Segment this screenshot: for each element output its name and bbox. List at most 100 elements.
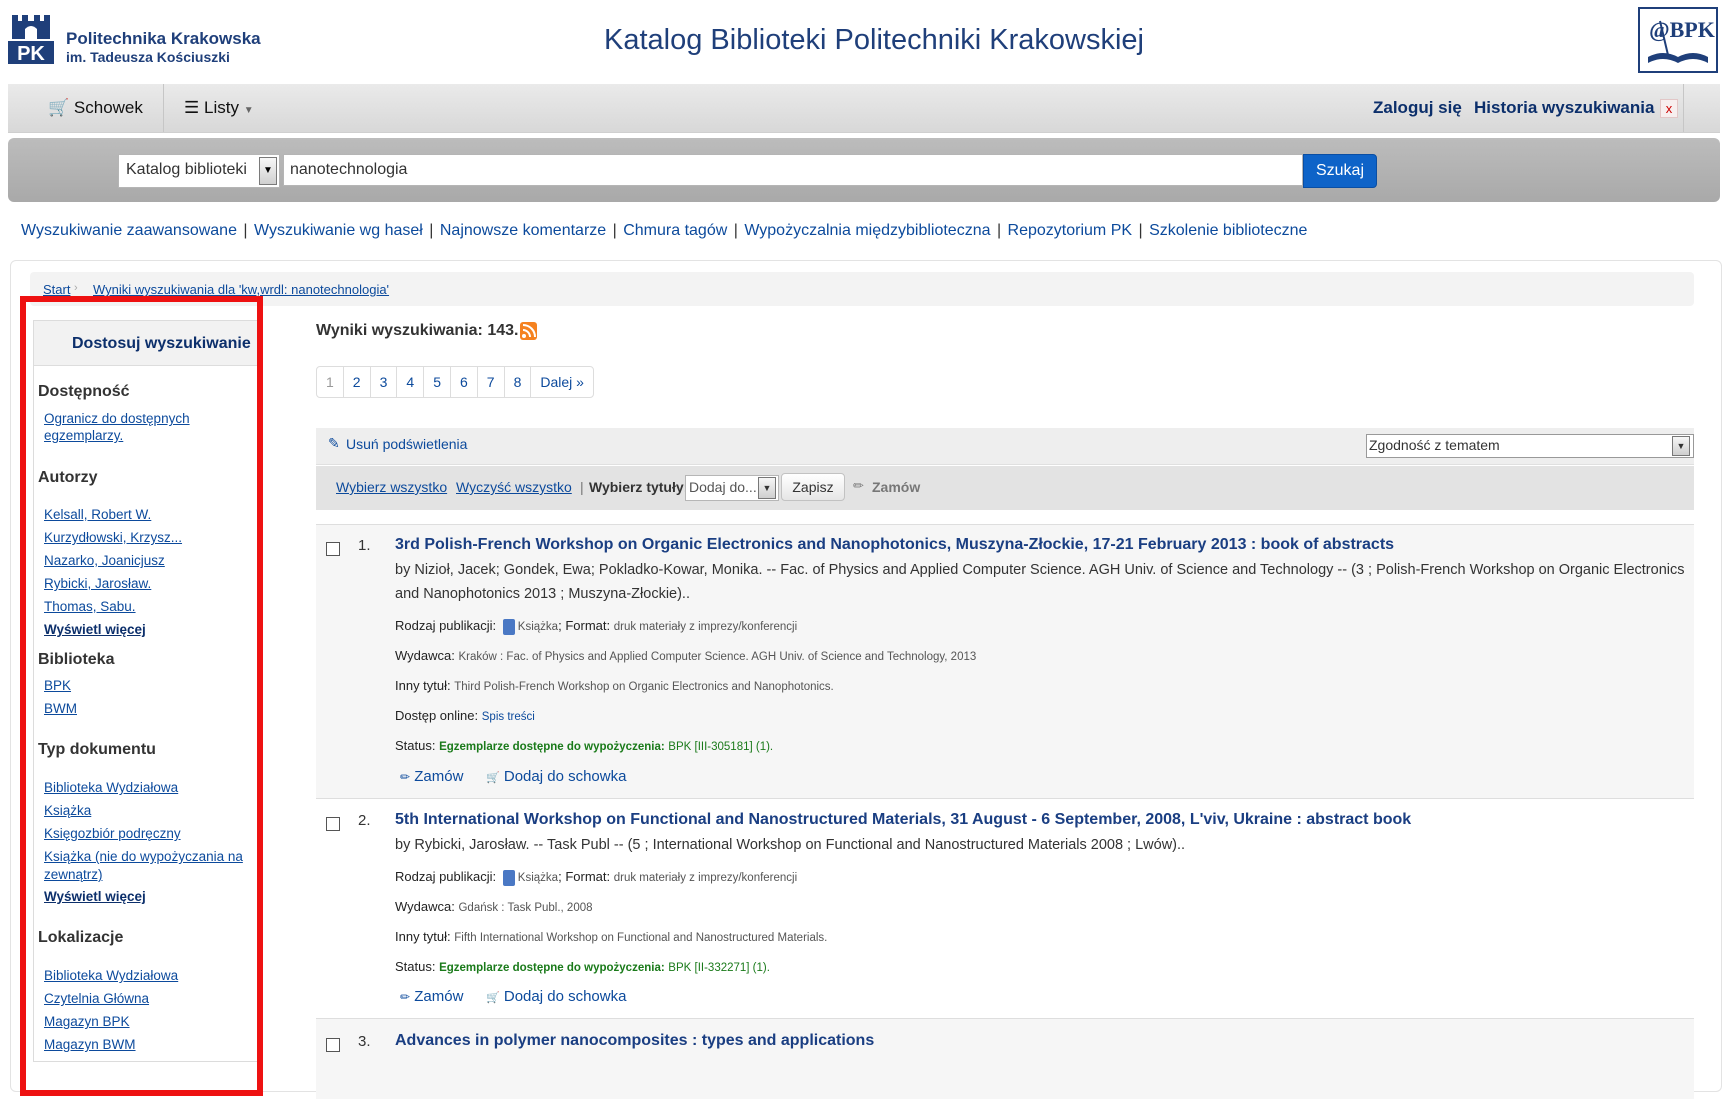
status-location: BPK [II-332271] (1). [668, 962, 770, 974]
page-1: 1 [317, 367, 344, 397]
toolbar-divider: | [580, 479, 584, 495]
type-value: Książka [517, 872, 559, 884]
lists-dropdown[interactable]: ☰ Listy ▼ [184, 98, 254, 118]
result-item [316, 1018, 1694, 1099]
results-count: Wyniki wyszukiwania: 143. [316, 322, 519, 339]
cart-label: Schowek [73, 98, 143, 117]
publisher-label: Wydawca: [395, 899, 455, 914]
result-publisher-line: Wydawca: Gdańsk : Task Publ., 2008 [395, 899, 593, 914]
bpk-logo-text: @BPK [1649, 17, 1715, 42]
logo-university-patron[interactable]: im. Tadeusza Kościuszki [66, 49, 230, 65]
tag-cloud-link[interactable]: Chmura tagów [623, 222, 727, 239]
status-label: Status: [395, 738, 436, 753]
format-value: druk materiały z imprezy/konferencji [613, 621, 798, 633]
page-3[interactable]: 3 [371, 367, 398, 397]
result-status-line: Status: Egzemplarze dostępne do wypożycz… [395, 738, 773, 753]
login-link[interactable]: Zaloguj się [1373, 98, 1462, 118]
cart-icon: 🛒 [486, 772, 500, 784]
result-number: 2. [358, 812, 371, 829]
choose-titles-label: Wybierz tytuły: [589, 479, 689, 495]
dropdown-arrow-icon[interactable]: ▼ [758, 477, 776, 499]
navbar-divider [1683, 84, 1684, 132]
cart-link[interactable]: 🛒 Schowek [48, 98, 143, 118]
repository-link[interactable]: Repozytorium PK [1008, 222, 1133, 239]
order-label: Zamów [414, 768, 464, 785]
result-number: 1. [358, 537, 371, 554]
search-button[interactable]: Szukaj [1303, 154, 1377, 188]
add-to-cart-button[interactable]: 🛒 Dodaj do schowka [486, 768, 626, 785]
advanced-search-link[interactable]: Wyszukiwanie zaawansowane [21, 222, 237, 239]
pagination: 1 2 3 4 5 6 7 8 Dalej » [316, 366, 594, 398]
result-publisher-line: Wydawca: Kraków : Fac. of Physics and Ap… [395, 648, 976, 663]
result-author-line: by Rybicki, Jarosław. -- Task Publ -- (5… [395, 837, 1186, 853]
recent-comments-link[interactable]: Najnowsze komentarze [440, 222, 606, 239]
list-icon: ☰ [184, 98, 200, 117]
breadcrumb-start-link[interactable]: Start [43, 282, 70, 297]
add-to-cart-label: Dodaj do schowka [503, 988, 627, 1005]
page-4[interactable]: 4 [397, 367, 425, 397]
subject-search-link[interactable]: Wyszukiwanie wg haseł [254, 222, 423, 239]
search-history-link[interactable]: Historia wyszukiwania [1474, 98, 1654, 118]
select-all-link[interactable]: Wybierz wszystko [336, 479, 447, 495]
order-icon: ✏ [400, 770, 411, 784]
breadcrumb-separator: › [74, 282, 78, 294]
publisher-value: Kraków : Fac. of Physics and Applied Com… [458, 651, 977, 663]
order-selected-button[interactable]: Zamów [872, 479, 920, 495]
dropdown-arrow-icon[interactable]: ▼ [1672, 436, 1690, 456]
remove-highlights-link[interactable]: Usuń podświetlenia [346, 436, 467, 452]
interlibrary-loan-link[interactable]: Wypożyczalnia międzybiblioteczna [744, 222, 990, 239]
type-label: Rodzaj publikacji: [395, 869, 497, 884]
lists-label: Listy [203, 98, 239, 117]
save-button[interactable]: Zapisz [781, 473, 845, 501]
bpk-library-logo-icon[interactable]: @BPK [1638, 7, 1718, 73]
highlight-annotation-box [20, 296, 263, 1096]
page-8[interactable]: 8 [505, 367, 532, 397]
top-navbar: 🛒 Schowek ☰ Listy ▼ Zaloguj się Historia… [8, 84, 1720, 133]
search-bar: Katalog biblioteki ▼ Szukaj [8, 138, 1720, 202]
result-author-line: by Nizioł, Jacek; Gondek, Ewa; Pokladko-… [395, 562, 1685, 602]
page-6[interactable]: 6 [451, 367, 478, 397]
status-label: Status: [395, 959, 436, 974]
page-7[interactable]: 7 [478, 367, 505, 397]
result-checkbox[interactable] [326, 542, 340, 556]
status-available: Egzemplarze dostępne do wypożyczenia: [439, 741, 665, 753]
clear-history-button[interactable]: x [1660, 99, 1678, 118]
result-title-link[interactable]: Advances in polymer nanocomposites : typ… [395, 1032, 874, 1050]
add-to-cart-button[interactable]: 🛒 Dodaj do schowka [486, 988, 626, 1005]
dropdown-arrow-icon[interactable]: ▼ [259, 157, 277, 185]
type-label: Rodzaj publikacji: [395, 618, 497, 633]
navbar-divider [163, 84, 164, 132]
result-checkbox[interactable] [326, 1038, 340, 1052]
next-page-link[interactable]: Dalej » [531, 367, 593, 397]
result-title-link[interactable]: 3rd Polish-French Workshop on Organic El… [395, 536, 1394, 554]
table-of-contents-link[interactable]: Spis treści [482, 711, 535, 723]
book-icon [502, 869, 515, 886]
breadcrumb-current-link[interactable]: Wyniki wyszukiwania dla 'kw,wrdl: nanote… [93, 282, 389, 297]
order-button[interactable]: ✏ Zamów [400, 988, 463, 1005]
result-title-link[interactable]: 5th International Workshop on Functional… [395, 811, 1411, 829]
university-logo-icon[interactable]: PK [8, 11, 54, 64]
result-checkbox[interactable] [326, 817, 340, 831]
page-2[interactable]: 2 [344, 367, 371, 397]
page-5[interactable]: 5 [424, 367, 451, 397]
publisher-value: Gdańsk : Task Publ., 2008 [458, 902, 593, 914]
status-available: Egzemplarze dostępne do wypożyczenia: [439, 962, 665, 974]
order-button[interactable]: ✏ Zamów [400, 768, 463, 785]
catalog-scope-value: Katalog biblioteki [126, 161, 247, 178]
page-title: Katalog Biblioteki Politechniki Krakowsk… [604, 24, 1144, 56]
order-icon: ✏ [400, 990, 411, 1004]
other-title-label: Inny tytuł: [395, 929, 451, 944]
search-input[interactable] [283, 154, 1303, 186]
logo-university-name[interactable]: Politechnika Krakowska [66, 29, 261, 49]
cart-icon: 🛒 [48, 98, 70, 117]
library-training-link[interactable]: Szkolenie biblioteczne [1149, 222, 1307, 239]
clear-all-link[interactable]: Wyczyść wszystko [456, 479, 572, 495]
result-status-line: Status: Egzemplarze dostępne do wypożycz… [395, 959, 770, 974]
rss-feed-icon[interactable] [520, 322, 537, 340]
type-value: Książka [517, 621, 559, 633]
result-type-line: Rodzaj publikacji: Książka; Format: druk… [395, 869, 798, 886]
rss-glyph [522, 324, 536, 338]
result-type-line: Rodzaj publikacji: Książka; Format: druk… [395, 618, 798, 635]
format-label: Format: [565, 618, 611, 633]
other-title-label: Inny tytuł: [395, 678, 451, 693]
